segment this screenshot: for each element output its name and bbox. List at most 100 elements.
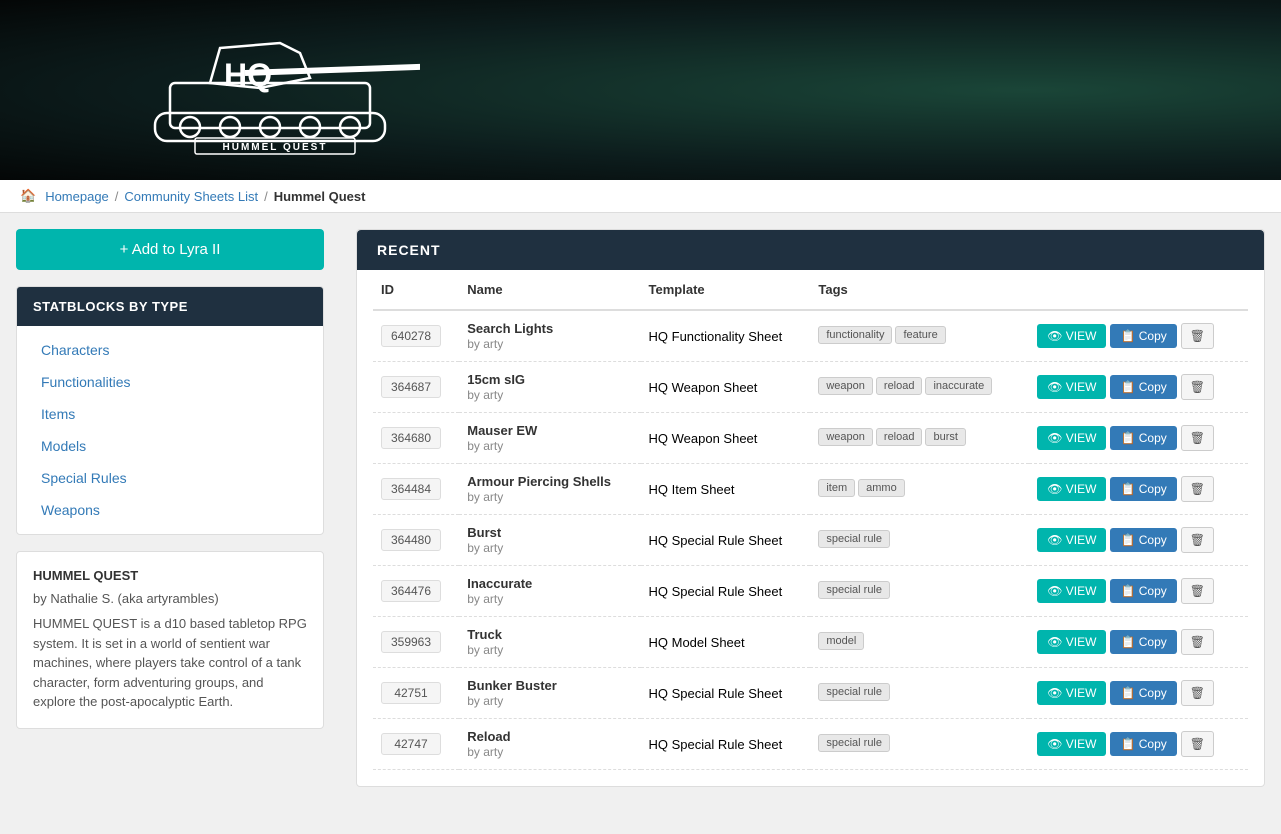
entry-name: Inaccurate xyxy=(467,576,632,591)
tag-badge: burst xyxy=(925,428,965,446)
tag-badge: functionality xyxy=(818,326,892,344)
delete-button[interactable]: 🗑 xyxy=(1181,629,1214,655)
recent-table: ID Name Template Tags 640278Search Light… xyxy=(373,270,1248,770)
delete-button[interactable]: 🗑 xyxy=(1181,476,1214,502)
breadcrumb-home[interactable]: Homepage xyxy=(45,189,109,204)
entry-name: Mauser EW xyxy=(467,423,632,438)
delete-button[interactable]: 🗑 xyxy=(1181,374,1214,400)
entry-author: by arty xyxy=(467,745,503,759)
copy-button[interactable]: 📋 Copy xyxy=(1110,579,1176,603)
delete-button[interactable]: 🗑 xyxy=(1181,578,1214,604)
row-template: HQ Functionality Sheet xyxy=(641,310,811,362)
row-template: HQ Special Rule Sheet xyxy=(641,668,811,719)
row-id: 364687 xyxy=(373,362,459,413)
sidebar-item-weapons[interactable]: Weapons xyxy=(17,494,323,526)
table-row: 640278 Search Lightsby arty HQ Functionali… xyxy=(373,310,1248,362)
row-actions: 👁 VIEW📋 Copy🗑 xyxy=(1029,617,1248,668)
site-logo: HQ HUMMEL QUEST xyxy=(100,18,420,163)
sidebar-info-box: HUMMEL QUEST by Nathalie S. (aka artyram… xyxy=(16,551,324,729)
id-badge: 640278 xyxy=(381,325,441,347)
view-button[interactable]: 👁 VIEW xyxy=(1037,732,1106,756)
copy-button[interactable]: 📋 Copy xyxy=(1110,528,1176,552)
recent-header: RECENT xyxy=(357,230,1264,270)
copy-button[interactable]: 📋 Copy xyxy=(1110,732,1176,756)
view-button[interactable]: 👁 VIEW xyxy=(1037,375,1106,399)
delete-button[interactable]: 🗑 xyxy=(1181,731,1214,757)
row-tags: special rule xyxy=(810,566,1029,617)
row-id: 364480 xyxy=(373,515,459,566)
row-actions: 👁 VIEW📋 Copy🗑 xyxy=(1029,362,1248,413)
row-id: 364476 xyxy=(373,566,459,617)
sidebar-item-items[interactable]: Items xyxy=(17,398,323,430)
add-to-lyra-button[interactable]: + Add to Lyra II xyxy=(16,229,324,270)
table-row: 364476Inaccurateby artyHQ Special Rule S… xyxy=(373,566,1248,617)
col-header-id: ID xyxy=(373,270,459,310)
table-row: 364680Mauser EWby artyHQ Weapon Sheetwea… xyxy=(373,413,1248,464)
row-template: HQ Special Rule Sheet xyxy=(641,719,811,770)
svg-text:HQ: HQ xyxy=(224,57,272,93)
view-button[interactable]: 👁 VIEW xyxy=(1037,324,1106,348)
view-button[interactable]: 👁 VIEW xyxy=(1037,630,1106,654)
row-name: Reloadby arty xyxy=(459,719,640,770)
copy-button[interactable]: 📋 Copy xyxy=(1110,375,1176,399)
info-author: by Nathalie S. (aka artyrambles) xyxy=(33,591,307,606)
breadcrumb-sep-1: / xyxy=(115,189,119,204)
row-tags: weaponreloadinaccurate xyxy=(810,362,1029,413)
main-content: RECENT ID Name Template Tags 640278Searc… xyxy=(340,213,1281,827)
delete-button[interactable]: 🗑 xyxy=(1181,323,1214,349)
view-button[interactable]: 👁 VIEW xyxy=(1037,426,1106,450)
id-badge: 364687 xyxy=(381,376,441,398)
view-button[interactable]: 👁 VIEW xyxy=(1037,528,1106,552)
home-icon: 🏠 xyxy=(20,188,36,204)
tag-badge: weapon xyxy=(818,428,873,446)
sidebar-item-models[interactable]: Models xyxy=(17,430,323,462)
tag-badge: weapon xyxy=(818,377,873,395)
tag-badge: item xyxy=(818,479,855,497)
copy-button[interactable]: 📋 Copy xyxy=(1110,324,1176,348)
entry-name: Burst xyxy=(467,525,632,540)
copy-button[interactable]: 📋 Copy xyxy=(1110,681,1176,705)
id-badge: 359963 xyxy=(381,631,441,653)
view-button[interactable]: 👁 VIEW xyxy=(1037,681,1106,705)
view-button[interactable]: 👁 VIEW xyxy=(1037,579,1106,603)
delete-button[interactable]: 🗑 xyxy=(1181,527,1214,553)
entry-name: Reload xyxy=(467,729,632,744)
row-actions: 👁 VIEW📋 Copy🗑 xyxy=(1029,464,1248,515)
tag-badge: ammo xyxy=(858,479,905,497)
breadcrumb-current: Hummel Quest xyxy=(274,189,366,204)
row-name: 15cm sIGby arty xyxy=(459,362,640,413)
tag-badge: inaccurate xyxy=(925,377,992,395)
id-badge: 42747 xyxy=(381,733,441,755)
row-tags: functionalityfeature xyxy=(810,310,1029,362)
row-actions: 👁 VIEW📋 Copy🗑 xyxy=(1029,719,1248,770)
id-badge: 42751 xyxy=(381,682,441,704)
id-badge: 364480 xyxy=(381,529,441,551)
row-template: HQ Weapon Sheet xyxy=(641,413,811,464)
svg-text:HUMMEL QUEST: HUMMEL QUEST xyxy=(223,142,328,153)
recent-card: RECENT ID Name Template Tags 640278Searc… xyxy=(356,229,1265,787)
row-id: 42751 xyxy=(373,668,459,719)
sidebar-nav: Characters Functionalities Items Models … xyxy=(17,326,323,534)
row-id: 42747 xyxy=(373,719,459,770)
delete-button[interactable]: 🗑 xyxy=(1181,425,1214,451)
copy-button[interactable]: 📋 Copy xyxy=(1110,426,1176,450)
entry-author: by arty xyxy=(467,388,503,402)
entry-author: by arty xyxy=(467,694,503,708)
entry-name: Search Lights xyxy=(467,321,632,336)
sidebar-item-characters[interactable]: Characters xyxy=(17,334,323,366)
page-header: HQ HUMMEL QUEST xyxy=(0,0,1281,180)
entry-author: by arty xyxy=(467,337,503,351)
view-button[interactable]: 👁 VIEW xyxy=(1037,477,1106,501)
sidebar-item-special-rules[interactable]: Special Rules xyxy=(17,462,323,494)
info-title: HUMMEL QUEST xyxy=(33,568,307,583)
delete-button[interactable]: 🗑 xyxy=(1181,680,1214,706)
copy-button[interactable]: 📋 Copy xyxy=(1110,477,1176,501)
entry-author: by arty xyxy=(467,541,503,555)
copy-button[interactable]: 📋 Copy xyxy=(1110,630,1176,654)
id-badge: 364476 xyxy=(381,580,441,602)
sidebar-item-functionalities[interactable]: Functionalities xyxy=(17,366,323,398)
row-tags: model xyxy=(810,617,1029,668)
breadcrumb-community[interactable]: Community Sheets List xyxy=(124,189,258,204)
row-template: HQ Special Rule Sheet xyxy=(641,515,811,566)
entry-name: 15cm sIG xyxy=(467,372,632,387)
